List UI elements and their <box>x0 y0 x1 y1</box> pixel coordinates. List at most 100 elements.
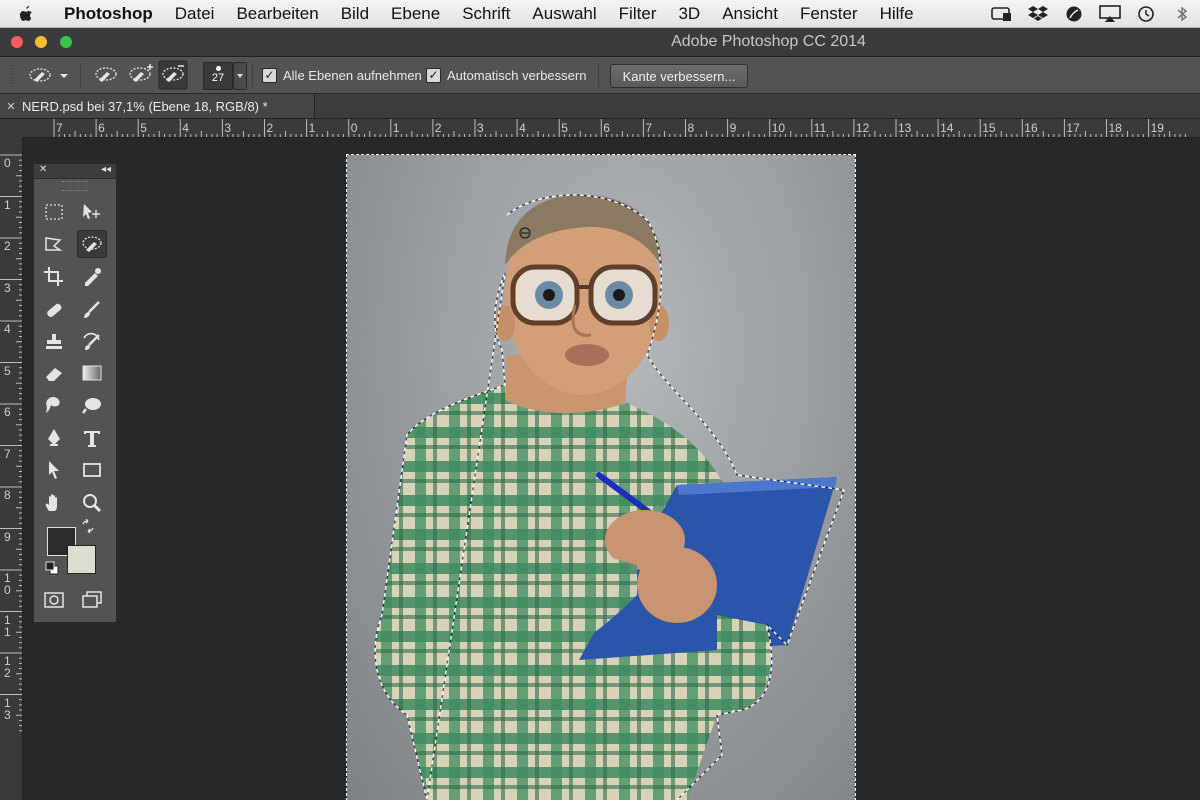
ruler-origin[interactable] <box>0 119 23 138</box>
refine-edge-button[interactable]: Kante verbessern... <box>610 64 748 88</box>
horizontal-ruler[interactable]: 7 6 5 4 3 2 1 0 1 2 3 4 5 6 7 8 9 10 11 12 13 14 15 16 17 18 19 <box>22 119 1200 138</box>
spot-healing-brush-tool-icon[interactable] <box>40 297 68 323</box>
document-tab[interactable]: ✕ NERD.psd bei 37,1% (Ebene 18, RGB/8) * <box>0 94 315 118</box>
ruler-h-label: 4 <box>519 121 526 135</box>
eyedropper-tool-icon[interactable] <box>78 263 106 289</box>
eraser-tool-icon[interactable] <box>40 360 68 386</box>
ruler-h-label: 5 <box>561 121 568 135</box>
type-tool-icon[interactable] <box>78 425 106 451</box>
path-selection-tool-icon[interactable] <box>40 457 68 483</box>
ruler-v-label: 0 <box>4 156 11 170</box>
ruler-v-label: 11 <box>4 612 11 639</box>
menu-fenster[interactable]: Fenster <box>789 4 869 24</box>
sample-all-layers-option[interactable]: ✓ Alle Ebenen aufnehmen <box>262 57 422 93</box>
gradient-tool-icon[interactable] <box>78 360 106 386</box>
ruler-h-label: 17 <box>1066 121 1080 135</box>
ruler-h-label: 9 <box>729 121 737 135</box>
horizontal-ruler-ticks <box>53 119 1186 137</box>
quick-selection-tool-icon[interactable] <box>77 230 107 258</box>
window-title: Adobe Photoshop CC 2014 <box>671 33 866 50</box>
brush-size-value: 27 <box>211 72 225 84</box>
auto-enhance-option[interactable]: ✓ Automatisch verbessern <box>426 57 586 93</box>
screen-mode-icon[interactable] <box>78 587 106 613</box>
brush-size-picker[interactable]: 27 <box>203 62 233 90</box>
menu-schrift[interactable]: Schrift <box>451 4 521 24</box>
hand-tool-icon[interactable] <box>40 490 68 516</box>
menu-hilfe[interactable]: Hilfe <box>869 4 925 24</box>
menu-bild[interactable]: Bild <box>330 4 380 24</box>
leaf-icon[interactable] <box>1062 3 1086 24</box>
subtract-from-selection-mode-icon[interactable] <box>158 57 188 93</box>
ruler-h-label: 7 <box>56 121 63 135</box>
brush-tip-icon <box>215 66 221 71</box>
bluetooth-icon[interactable] <box>1170 3 1194 24</box>
document-canvas[interactable] <box>346 154 856 800</box>
add-to-selection-mode-icon[interactable] <box>126 57 154 93</box>
quick-mask-mode-icon[interactable] <box>40 587 68 613</box>
brush-tool-icon[interactable] <box>78 297 106 323</box>
ruler-h-label: 18 <box>1108 121 1122 135</box>
ruler-h-label: 7 <box>645 121 653 135</box>
crop-tool-icon[interactable] <box>40 263 68 289</box>
ruler-v-label: 10 <box>4 571 11 597</box>
ruler-h-label: 10 <box>771 121 786 135</box>
tools-panel-header[interactable]: ✕ ◂◂ <box>34 164 116 179</box>
menu-auswahl[interactable]: Auswahl <box>521 4 607 24</box>
ruler-h-label: 1 <box>308 121 316 135</box>
airplay-icon[interactable] <box>1098 3 1122 24</box>
menu-ebene[interactable]: Ebene <box>380 4 451 24</box>
menu-ansicht[interactable]: Ansicht <box>711 4 789 24</box>
close-tab-icon[interactable]: ✕ <box>0 100 22 113</box>
move-tool-icon[interactable] <box>78 199 106 225</box>
tool-preset-picker[interactable] <box>26 57 70 93</box>
lasso-tool-icon[interactable] <box>40 231 68 257</box>
ruler-h-label: 19 <box>1150 121 1164 135</box>
zoom-tool-icon[interactable] <box>78 490 106 516</box>
window-titlebar: Adobe Photoshop CC 2014 <box>0 28 1200 57</box>
rectangle-tool-icon[interactable] <box>78 457 106 483</box>
auto-enhance-label: Automatisch verbessern <box>447 67 587 83</box>
apple-icon[interactable] <box>0 5 52 23</box>
default-colors-icon[interactable] <box>44 560 60 576</box>
background-color-swatch[interactable] <box>67 545 96 574</box>
auto-enhance-checkbox[interactable]: ✓ <box>426 67 441 83</box>
ruler-v-label: 5 <box>4 363 11 378</box>
nerd-photo <box>374 194 845 800</box>
ruler-v-label: 6 <box>4 405 11 419</box>
ruler-h-label: 8 <box>687 121 695 135</box>
swap-colors-icon[interactable] <box>80 518 96 534</box>
time-machine-icon[interactable] <box>1134 3 1158 24</box>
close-panel-icon[interactable]: ✕ <box>39 164 47 175</box>
ruler-h-label: 0 <box>350 121 358 135</box>
options-bar: 27 ✓ Alle Ebenen aufnehmen ✓ Automatisch… <box>0 57 1200 94</box>
menu-datei[interactable]: Datei <box>164 4 226 24</box>
blur-tool-icon[interactable] <box>40 392 68 418</box>
collapse-panel-icon[interactable]: ◂◂ <box>101 164 111 175</box>
menu-filter[interactable]: Filter <box>608 4 668 24</box>
new-selection-mode-icon[interactable] <box>92 57 120 93</box>
sample-all-layers-checkbox[interactable]: ✓ <box>262 67 277 83</box>
rectangular-marquee-tool-icon[interactable] <box>40 199 68 225</box>
menu-3d[interactable]: 3D <box>667 4 711 24</box>
menu-bearbeiten[interactable]: Bearbeiten <box>225 4 329 24</box>
history-brush-tool-icon[interactable] <box>78 329 106 355</box>
menu-app-name[interactable]: Photoshop <box>52 4 164 24</box>
ruler-h-label: 13 <box>898 121 912 135</box>
ruler-h-label: 3 <box>477 121 484 135</box>
ruler-v-label: 1 <box>4 197 11 212</box>
panel-grip[interactable] <box>62 181 88 191</box>
ruler-v-label: 13 <box>4 695 11 722</box>
vertical-ruler[interactable]: 0 1 2 3 4 5 6 7 8 9 10 11 12 13 <box>0 137 23 800</box>
clone-stamp-tool-icon[interactable] <box>40 329 68 355</box>
ruler-v-label: 2 <box>4 239 11 253</box>
ruler-v-label: 8 <box>4 488 11 502</box>
pen-tool-icon[interactable] <box>40 425 68 451</box>
brush-size-dropdown[interactable] <box>233 62 247 90</box>
ruler-v-label: 4 <box>4 322 11 336</box>
ruler-h-label: 2 <box>266 121 274 135</box>
dropbox-icon[interactable] <box>1026 3 1050 24</box>
ruler-h-label: 14 <box>940 121 954 135</box>
display-battery-icon[interactable] <box>990 3 1014 24</box>
ruler-h-label: 5 <box>140 121 147 135</box>
dodge-tool-icon[interactable] <box>78 392 106 418</box>
